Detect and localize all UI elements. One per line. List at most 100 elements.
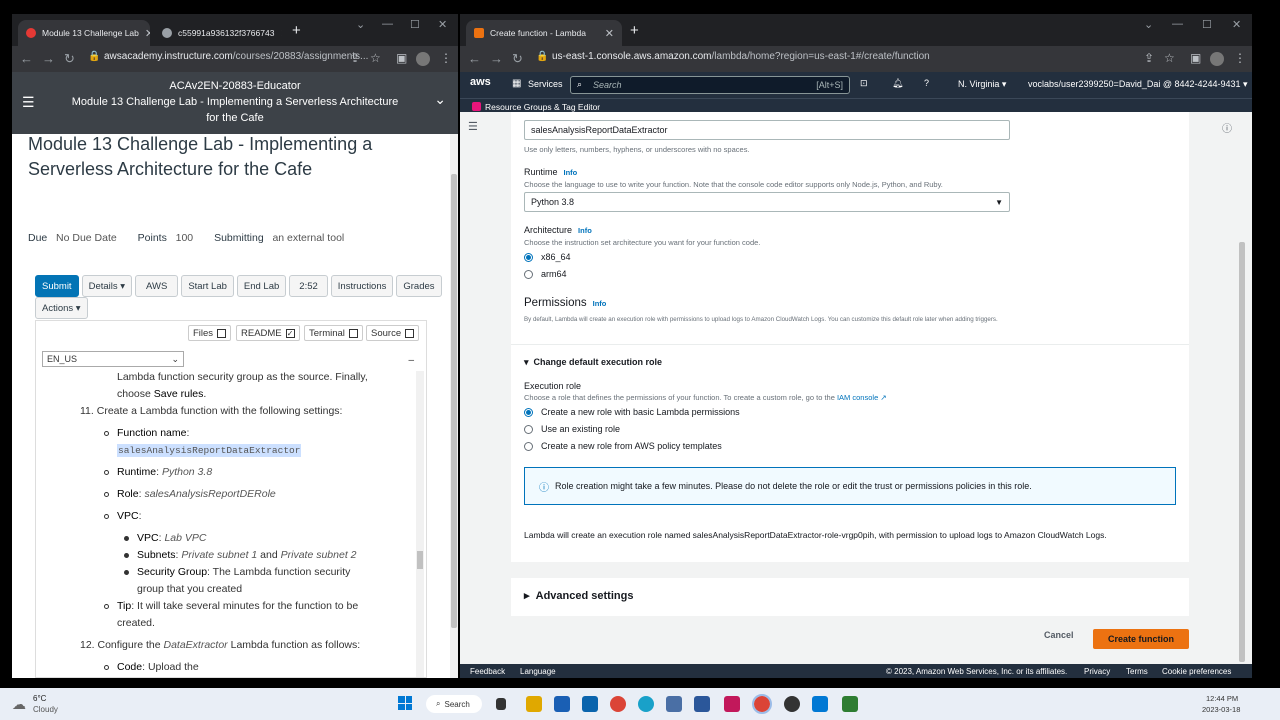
maximize-icon[interactable]: ☐ [1202,18,1212,31]
snipping-tool-icon[interactable] [724,696,740,712]
arch-radio-arm64[interactable]: arm64 [524,269,567,279]
help-icon[interactable]: ? [924,78,929,88]
menu-kebab-icon[interactable]: ⋮ [1234,51,1246,65]
store-icon[interactable] [554,696,570,712]
resource-groups-link[interactable]: Resource Groups & Tag Editor [485,102,600,112]
chevron-down-icon[interactable]: ⌄ [1144,18,1153,31]
aws-search-input[interactable]: ⌕ Search [Alt+S] [570,76,850,94]
minimize-icon[interactable]: — [382,18,393,30]
submit-button[interactable]: Submit [35,275,79,297]
edge-icon[interactable] [638,696,654,712]
cloudshell-icon[interactable]: ⊡ [860,78,868,89]
new-tab-icon[interactable]: + [630,22,639,39]
taskbar-search[interactable]: ⌕ Search [426,695,482,713]
radio-unselected[interactable] [524,424,533,434]
notifications-bell-icon[interactable]: 🔔︎ [892,78,903,89]
collapse-icon[interactable]: – [408,355,414,366]
radio-selected[interactable] [524,407,533,417]
info-panel-icon[interactable]: ⓘ [1222,120,1232,135]
scroll-thumb[interactable] [1239,242,1245,662]
runtime-info-link[interactable]: Info [564,168,578,177]
reload-icon[interactable]: ↻ [64,51,75,67]
weather-desc[interactable]: Cloudy [33,705,58,714]
grades-button[interactable]: Grades [396,275,442,297]
task-view-icon[interactable] [496,698,506,710]
actions-button[interactable]: Actions ▾ [35,297,88,319]
profile-avatar[interactable] [1210,52,1224,66]
instructions-button[interactable]: Instructions [330,275,394,297]
language-link[interactable]: Language [520,667,556,676]
close-window-icon[interactable]: ✕ [1232,18,1241,31]
hamburger-icon[interactable]: ☰ [468,120,478,133]
tab-create-function[interactable]: Create function - Lambda ✕ [466,20,622,46]
feedback-link[interactable]: Feedback [470,667,505,676]
files-toggle[interactable]: Files [188,325,232,341]
tab-c55991[interactable]: c55991a936132f3766743 ✕ [154,20,282,46]
clock-date[interactable]: 2023-03-18 [1202,705,1240,714]
terms-link[interactable]: Terms [1126,667,1148,676]
terminal-checkbox[interactable] [348,328,358,338]
close-tab-icon[interactable]: ✕ [599,27,614,40]
iam-console-link[interactable]: IAM console [837,393,878,402]
menu-kebab-icon[interactable]: ⋮ [440,51,452,65]
forward-icon[interactable]: → [42,51,55,66]
forward-icon[interactable]: → [490,51,503,66]
radio-unselected[interactable] [524,269,533,279]
chrome-active-icon[interactable] [752,694,772,714]
chrome-icon[interactable] [610,696,626,712]
arch-info-link[interactable]: Info [578,226,592,235]
back-icon[interactable]: ← [468,51,481,66]
fn-value-code[interactable]: salesAnalysisReportDataExtractor [117,444,302,457]
role-radio-new[interactable]: Create a new role with basic Lambda perm… [524,407,740,417]
arch-radio-x86[interactable]: x86_64 [524,252,571,262]
start-lab-button[interactable]: Start Lab [181,275,234,297]
hamburger-icon[interactable]: ☰ [22,94,35,110]
page-scrollbar[interactable] [1238,70,1246,664]
url-field[interactable]: us-east-1.console.aws.amazon.com/lambda/… [552,51,930,62]
runtime-select[interactable]: Python 3.8 ▼ [524,192,1010,212]
chevron-down-icon[interactable]: ⌄ [434,91,446,107]
radio-selected[interactable] [524,252,533,262]
account-menu[interactable]: voclabs/user2399250=David_Dai @ 8442-424… [1028,79,1248,90]
region-selector[interactable]: N. Virginia ▾ [958,79,1006,90]
privacy-link[interactable]: Privacy [1084,667,1110,676]
close-tab-icon[interactable]: ✕ [274,27,282,40]
scroll-thumb[interactable] [417,551,423,569]
cookie-preferences-link[interactable]: Cookie preferences [1162,667,1231,676]
weather-temp[interactable]: 6°C [33,694,46,703]
share-icon[interactable]: ⇪ [1144,51,1154,65]
minimize-icon[interactable]: — [1172,18,1183,30]
cancel-button[interactable]: Cancel [1044,630,1074,640]
mail-icon[interactable] [582,696,598,712]
role-radio-template[interactable]: Create a new role from AWS policy templa… [524,441,722,451]
profile-avatar[interactable] [416,52,430,66]
share-icon[interactable]: ⇪ [350,51,360,65]
readme-checkbox[interactable]: ✓ [285,328,295,338]
aws-logo[interactable]: aws [470,76,491,88]
readme-toggle[interactable]: README ✓ [236,325,300,341]
function-name-input[interactable]: salesAnalysisReportDataExtractor [524,120,1010,140]
source-checkbox[interactable] [405,328,415,338]
vscode-icon[interactable] [812,696,828,712]
back-icon[interactable]: ← [20,51,33,66]
remote-desktop-icon[interactable] [666,696,682,712]
bookmark-star-icon[interactable]: ☆ [1164,51,1175,65]
language-select[interactable]: EN_US ⌄ [42,351,184,367]
timer-button[interactable]: 2:52 [289,275,328,297]
new-tab-icon[interactable]: + [292,22,301,39]
services-menu[interactable]: Services [528,79,563,89]
bookmark-star-icon[interactable]: ☆ [370,51,381,65]
details-button[interactable]: Details ▾ [81,275,133,297]
clock-time[interactable]: 12:44 PM [1206,694,1238,703]
notepad-icon[interactable] [842,696,858,712]
aws-button[interactable]: AWS [135,275,179,297]
maximize-icon[interactable]: ☐ [410,18,420,31]
role-radio-existing[interactable]: Use an existing role [524,424,620,434]
page-scrollbar[interactable] [450,134,458,678]
windows-start-icon[interactable] [398,696,412,710]
reload-icon[interactable]: ↻ [512,51,523,67]
advanced-settings-card[interactable]: ▸ Advanced settings [511,578,1189,616]
sidepanel-icon[interactable]: ▣ [396,51,407,65]
permissions-info-link[interactable]: Info [593,299,607,308]
word-icon[interactable] [694,696,710,712]
